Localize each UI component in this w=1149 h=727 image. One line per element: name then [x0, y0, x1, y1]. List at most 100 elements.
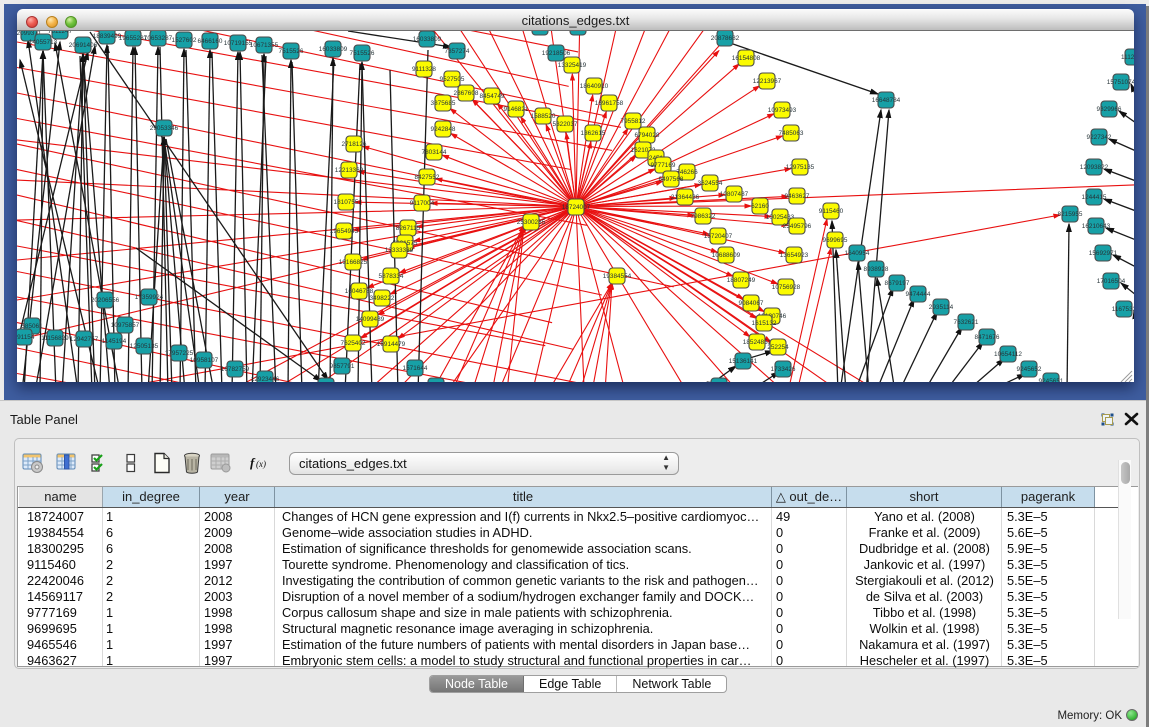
svg-text:20206556: 20206556 — [91, 297, 120, 304]
svg-text:25495796: 25495796 — [783, 223, 812, 230]
svg-text:18640910: 18640910 — [580, 83, 609, 90]
svg-text:16033809: 16033809 — [319, 46, 348, 53]
svg-text:3875685: 3875685 — [431, 100, 456, 107]
svg-text:2718126: 2718126 — [342, 141, 367, 148]
svg-text:15751074: 15751074 — [1107, 79, 1134, 86]
svg-text:19218506: 19218506 — [542, 50, 571, 57]
svg-text:9527505: 9527505 — [440, 76, 465, 83]
svg-text:8454749: 8454749 — [480, 93, 505, 100]
svg-text:1733426: 1733426 — [771, 366, 796, 373]
svg-text:19654943: 19654943 — [330, 228, 359, 235]
svg-text:9463627: 9463627 — [785, 193, 810, 200]
svg-text:252254: 252254 — [767, 344, 789, 351]
svg-text:19384554: 19384554 — [603, 273, 632, 280]
svg-text:10653287: 10653287 — [144, 35, 173, 42]
svg-text:1588520: 1588520 — [531, 113, 556, 120]
svg-text:1244415: 1244415 — [1082, 194, 1107, 201]
svg-text:1362615: 1362615 — [581, 130, 606, 137]
svg-text:62160: 62160 — [751, 203, 769, 210]
svg-text:10973493: 10973493 — [768, 107, 797, 114]
svg-text:8215955: 8215955 — [1058, 211, 1083, 218]
svg-text:391154: 391154 — [17, 334, 35, 341]
svg-text:8938928: 8938928 — [864, 266, 889, 273]
svg-text:2935114: 2935114 — [929, 304, 954, 311]
svg-text:10975857: 10975857 — [111, 322, 140, 329]
svg-text:12942757: 12942757 — [70, 336, 99, 343]
svg-text:10958107: 10958107 — [190, 357, 219, 364]
svg-text:1145194: 1145194 — [102, 338, 127, 345]
svg-text:11156829: 11156829 — [41, 335, 69, 342]
svg-text:1640954: 1640954 — [845, 250, 870, 257]
svg-text:16033809: 16033809 — [413, 36, 442, 43]
svg-text:13654923: 13654923 — [780, 252, 809, 259]
svg-text:9329966: 9329966 — [1097, 106, 1122, 113]
svg-text:14055713: 14055713 — [29, 39, 58, 46]
svg-text:6466160: 6466160 — [198, 38, 223, 45]
svg-text:15720407: 15720407 — [704, 233, 733, 240]
svg-text:9242848: 9242848 — [431, 126, 456, 133]
svg-text:3498222: 3498222 — [370, 295, 395, 302]
svg-text:9699695: 9699695 — [823, 237, 848, 244]
svg-text:9111328: 9111328 — [412, 66, 436, 73]
svg-text:17016504: 17016504 — [1097, 278, 1126, 285]
svg-text:9084067: 9084067 — [739, 300, 764, 307]
svg-text:15136141: 15136141 — [729, 358, 758, 365]
svg-text:7986322: 7986322 — [691, 213, 716, 220]
svg-text:7625402: 7625402 — [341, 340, 366, 347]
svg-text:13325419: 13325419 — [558, 62, 587, 69]
svg-text:12093822: 12093822 — [1080, 164, 1109, 171]
svg-text:9115460: 9115460 — [819, 208, 844, 215]
svg-text:10756928: 10756928 — [772, 284, 801, 291]
svg-text:1571644: 1571644 — [403, 365, 428, 372]
svg-text:1810755: 1810755 — [334, 199, 359, 206]
svg-text:9857791: 9857791 — [330, 363, 355, 370]
svg-text:16648784: 16648784 — [872, 97, 901, 104]
svg-text:12213369: 12213369 — [335, 167, 364, 174]
svg-text:9245652: 9245652 — [1017, 366, 1042, 373]
svg-text:16210643: 16210643 — [1082, 223, 1111, 230]
svg-text:7515526: 7515526 — [279, 48, 304, 55]
svg-text:9146821: 9146821 — [504, 106, 529, 113]
svg-text:16782759: 16782759 — [221, 366, 250, 373]
svg-text:15692971: 15692971 — [1089, 250, 1118, 257]
svg-text:7485063: 7485063 — [779, 130, 804, 137]
svg-text:10807487: 10807487 — [720, 191, 749, 198]
svg-text:8679197: 8679197 — [885, 280, 910, 287]
svg-text:12213967: 12213967 — [753, 78, 782, 85]
svg-text:16914479: 16914479 — [377, 341, 406, 348]
svg-text:7803144: 7803144 — [422, 149, 447, 156]
svg-text:9474444: 9474444 — [906, 291, 931, 298]
svg-text:16046788: 16046788 — [345, 288, 374, 295]
svg-text:7811247: 7811247 — [48, 31, 73, 35]
svg-text:8427552: 8427552 — [415, 174, 440, 181]
svg-text:16961758: 16961758 — [595, 100, 624, 107]
svg-text:10719155: 10719155 — [224, 40, 253, 47]
svg-text:25300285: 25300285 — [517, 219, 546, 226]
svg-text:14099489: 14099489 — [356, 316, 385, 323]
svg-text:18839499: 18839499 — [93, 33, 122, 40]
svg-text:18807249: 18807249 — [727, 277, 756, 284]
svg-text:21364436: 21364436 — [671, 194, 700, 201]
svg-text:1615132: 1615132 — [752, 320, 777, 327]
svg-text:9117004: 9117004 — [410, 200, 435, 207]
svg-text:10671355: 10671355 — [250, 42, 279, 49]
svg-text:1112534: 1112534 — [1121, 54, 1134, 61]
svg-text:9227342: 9227342 — [1087, 134, 1112, 141]
svg-text:1167533: 1167533 — [1112, 306, 1134, 313]
svg-text:7357274: 7357274 — [445, 48, 470, 55]
svg-text:17957225: 17957225 — [165, 350, 194, 357]
svg-text:29053346: 29053346 — [150, 125, 179, 132]
svg-text:20691406: 20691406 — [69, 42, 98, 49]
svg-text:12975135: 12975135 — [786, 164, 815, 171]
svg-text:8267115: 8267115 — [396, 225, 421, 232]
svg-text:6794028: 6794028 — [635, 132, 660, 139]
svg-text:9245651: 9245651 — [1039, 378, 1064, 382]
svg-text:9777169: 9777169 — [651, 162, 676, 169]
svg-text:7955812: 7955812 — [621, 118, 646, 125]
svg-text:1527602: 1527602 — [172, 37, 197, 44]
svg-text:19166825: 19166825 — [339, 259, 368, 266]
svg-text:20878682: 20878682 — [711, 35, 740, 42]
svg-text:7632621: 7632621 — [954, 319, 979, 326]
svg-text:12923446: 12923446 — [251, 376, 280, 382]
svg-text:3624554: 3624554 — [698, 180, 723, 187]
